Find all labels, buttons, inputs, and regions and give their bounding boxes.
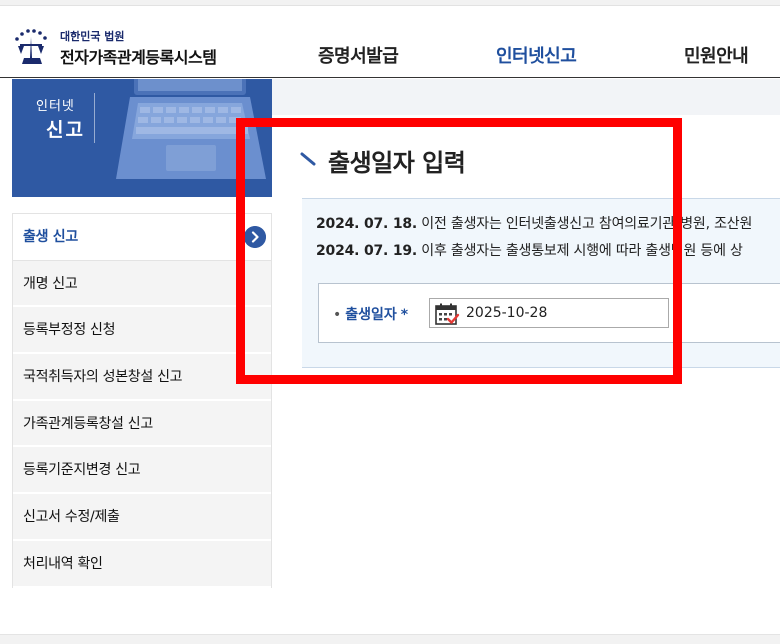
nav-certificate-issue[interactable]: 증명서발급 [318, 42, 399, 68]
calendar-icon[interactable] [434, 302, 460, 326]
notice-line: 2024. 07. 18. 이전 출생자는 인터넷출생신고 참여의료기관(병원,… [316, 213, 752, 233]
section-banner: 인터넷 신고 [12, 79, 272, 197]
sidebar-item-label: 국적취득자의 성본창설 신고 [23, 369, 183, 386]
sidebar-item-label: 신고서 수정/제출 [23, 509, 120, 526]
chevron-right-icon [244, 226, 266, 248]
sidebar-menu: 출생 신고 개명 신고 등록부정정 신청 국적취득자의 성본창설 신고 가족관계… [12, 213, 272, 588]
site-header: 대한민국 법원 전자가족관계등록시스템 증명서발급 인터넷신고 민원안내 [0, 6, 780, 78]
page: 대한민국 법원 전자가족관계등록시스템 증명서발급 인터넷신고 민원안내 인터넷… [0, 0, 780, 644]
sidebar-item-label: 출생 신고 [23, 229, 78, 245]
site-logo[interactable]: 대한민국 법원 전자가족관계등록시스템 [12, 26, 232, 70]
birth-date-input[interactable]: 2025-10-28 [429, 298, 669, 328]
banner-title-line1: 인터넷 [36, 99, 75, 114]
sidebar-item-family-register-creation[interactable]: 가족관계등록창설 신고 [13, 400, 271, 448]
logo-subtitle: 대한민국 법원 [60, 30, 125, 43]
sidebar-item-label: 처리내역 확인 [23, 555, 103, 572]
sidebar-item-label: 등록부정정 신청 [23, 322, 116, 339]
required-mark: * [400, 307, 409, 323]
sidebar-item-register-correction[interactable]: 등록부정정 신청 [13, 307, 271, 355]
page-title: 출생일자 입력 [328, 149, 466, 177]
sidebar-item-label: 개명 신고 [23, 275, 78, 292]
sidebar-item-status-check[interactable]: 처리내역 확인 [13, 540, 271, 588]
notice-line: 2024. 07. 19. 이후 출생자는 출생통보제 시행에 따라 출생병원 … [316, 240, 743, 260]
banner-title-line2: 신고 [46, 119, 85, 141]
notice-date: 2024. 07. 18. [316, 216, 418, 232]
content-top-band [272, 79, 780, 115]
birth-date-label-text: 출생일자 [345, 307, 397, 323]
birth-date-label: • 출생일자 * [333, 304, 408, 324]
notice-panel: 2024. 07. 18. 이전 출생자는 인터넷출생신고 참여의료기관(병원,… [302, 198, 780, 368]
sidebar-item-birth-report[interactable]: 출생 신고 [13, 214, 271, 261]
notice-date: 2024. 07. 19. [316, 243, 418, 259]
sidebar-item-surname-creation[interactable]: 국적취득자의 성본창설 신고 [13, 354, 271, 401]
banner-divider [94, 93, 95, 143]
nav-internet-report[interactable]: 인터넷신고 [496, 42, 577, 68]
nav-civil-guide[interactable]: 민원안내 [684, 42, 749, 68]
sidebar-item-base-change[interactable]: 등록기준지변경 신고 [13, 447, 271, 495]
bullet: • [333, 307, 342, 323]
sidebar-item-name-change[interactable]: 개명 신고 [13, 260, 271, 308]
sidebar-item-report-edit[interactable]: 신고서 수정/제출 [13, 494, 271, 541]
birth-date-form: • 출생일자 * 2025-10-28 [318, 283, 780, 343]
laptop-illustration-icon [116, 79, 266, 179]
footer-divider [0, 634, 780, 644]
birth-date-value: 2025-10-28 [466, 305, 548, 321]
logo-title: 전자가족관계등록시스템 [60, 48, 217, 67]
court-emblem-icon [15, 29, 47, 64]
notice-text: 이전 출생자는 인터넷출생신고 참여의료기관(병원, 조산원 [417, 216, 753, 232]
notice-text: 이후 출생자는 출생통보제 시행에 따라 출생병원 등에 상 [417, 243, 743, 259]
sidebar-item-label: 등록기준지변경 신고 [23, 462, 141, 479]
title-slash-icon [300, 152, 316, 166]
sidebar-item-label: 가족관계등록창설 신고 [23, 415, 153, 432]
